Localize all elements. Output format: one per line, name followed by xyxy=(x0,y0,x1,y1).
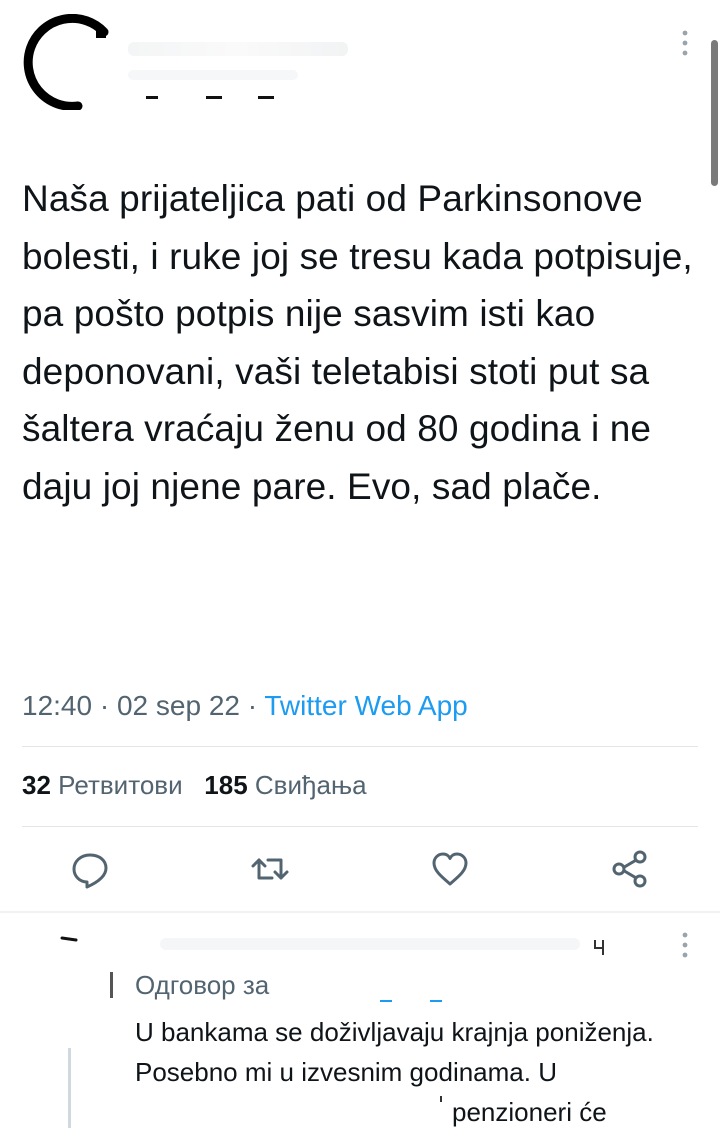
redaction-mark xyxy=(380,1000,392,1002)
tweet-source-link[interactable]: Twitter Web App xyxy=(264,690,467,721)
more-vertical-icon[interactable] xyxy=(682,932,688,958)
section-separator xyxy=(0,911,720,913)
reply-author-redacted xyxy=(160,938,580,950)
redaction-mark xyxy=(110,972,113,998)
retweet-icon[interactable] xyxy=(250,848,290,890)
redaction-mark xyxy=(594,940,604,955)
redacted-text-region xyxy=(318,1092,446,1128)
likes-label: Свиђања xyxy=(254,770,367,800)
reply-icon[interactable] xyxy=(70,848,110,890)
reply-avatar[interactable] xyxy=(58,928,118,988)
more-vertical-icon[interactable] xyxy=(682,30,688,56)
retweets-count: 32 xyxy=(22,770,51,800)
tweet-text: Naša prijateljica pati od Parkinsonove b… xyxy=(22,178,693,507)
replying-to-label: Одговор за xyxy=(135,970,270,1000)
tweet-time[interactable]: 12:40 xyxy=(22,690,92,721)
author-handle-redacted xyxy=(128,70,298,80)
tweet-date[interactable]: 02 sep 22 xyxy=(117,690,240,721)
redaction-mark xyxy=(258,96,274,99)
likes-count: 185 xyxy=(204,770,248,800)
retweets-stat[interactable]: 32 Ретвитови xyxy=(22,770,183,800)
replying-to: Одговор за xyxy=(135,970,269,1001)
redaction-mark xyxy=(440,1096,442,1102)
tweet-stats: 32 Ретвитови 185 Свиђања xyxy=(22,770,367,801)
redaction-mark xyxy=(430,1000,442,1002)
tweet-meta: 12:40 · 02 sep 22 · Twitter Web App xyxy=(22,690,468,722)
divider xyxy=(22,826,698,827)
retweets-label: Ретвитови xyxy=(58,770,183,800)
likes-stat[interactable]: 185 Свиђања xyxy=(204,770,366,800)
reply-text: U bankama se doživljavaju krajnja poniže… xyxy=(135,1012,695,1092)
thread-line xyxy=(68,1048,71,1128)
redaction-mark xyxy=(206,96,222,99)
author-name-redacted xyxy=(128,42,348,56)
redaction-mark xyxy=(146,96,158,99)
meta-separator: · xyxy=(92,690,117,721)
share-icon[interactable] xyxy=(610,848,650,890)
meta-separator: · xyxy=(239,690,265,721)
reply-text-end: penzioneri će xyxy=(452,1097,607,1127)
scrollbar[interactable] xyxy=(711,40,718,186)
reply-text-start: U bankama se doživljavaju krajnja poniže… xyxy=(135,1017,654,1087)
like-icon[interactable] xyxy=(430,848,470,890)
divider xyxy=(22,746,698,747)
author-avatar[interactable] xyxy=(18,14,114,110)
